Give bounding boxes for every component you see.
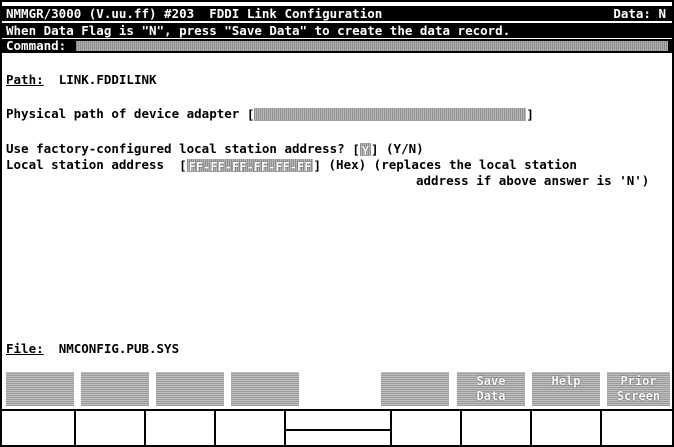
path-row: Path: LINK.FDDILINK — [6, 72, 157, 87]
command-bar: Command: — [2, 39, 672, 53]
status-cell — [532, 411, 602, 445]
status-cell — [76, 411, 146, 445]
path-value: LINK.FDDILINK — [58, 72, 157, 87]
function-key-f6[interactable] — [381, 372, 449, 406]
status-cell — [216, 411, 286, 445]
screen-title: NMMGR/3000 (V.uu.ff) #203 FDDI Link Conf… — [6, 6, 383, 21]
save-data-button[interactable]: Save Data — [457, 372, 525, 406]
physical-path-label: Physical path of device adapter — [6, 106, 240, 121]
status-cell — [392, 411, 462, 445]
help-button[interactable]: Help — [532, 372, 600, 406]
physical-path-row: Physical path of device adapter [] — [6, 106, 534, 122]
factory-address-field[interactable]: Y — [359, 143, 371, 158]
status-line — [2, 409, 672, 445]
status-cell — [462, 411, 532, 445]
local-address-label: Local station address — [6, 157, 165, 172]
path-label: Path: — [6, 72, 44, 87]
command-label: Command: — [6, 38, 67, 53]
instruction-message: When Data Flag is "N", press "Save Data"… — [6, 23, 511, 38]
terminal-screen: NMMGR/3000 (V.uu.ff) #203 FDDI Link Conf… — [0, 0, 674, 447]
local-address-row: Local station address [FF-FF-FF-FF-FF-FF… — [6, 157, 577, 174]
function-key-bar: Save Data Help Prior Screen — [4, 372, 670, 408]
factory-address-hint: (Y/N) — [386, 141, 424, 156]
status-cell — [2, 411, 76, 445]
function-key-f1[interactable] — [6, 372, 74, 406]
message-bar: When Data Flag is "N", press "Save Data"… — [2, 23, 672, 38]
status-cell — [146, 411, 216, 445]
file-value: NMCONFIG.PUB.SYS — [58, 341, 180, 356]
function-key-f4[interactable] — [231, 372, 299, 406]
local-address-field[interactable]: FF-FF-FF-FF-FF-FF — [186, 159, 314, 174]
factory-address-row: Use factory-configured local station add… — [6, 141, 424, 158]
local-address-hint: (Hex) (replaces the local station — [328, 157, 577, 172]
command-input[interactable] — [76, 41, 668, 51]
local-address-hint-continued: address if above answer is 'N') — [416, 173, 650, 188]
function-key-f5[interactable] — [306, 372, 376, 406]
prior-screen-button[interactable]: Prior Screen — [607, 372, 670, 406]
factory-address-label: Use factory-configured local station add… — [6, 141, 345, 156]
physical-path-field[interactable] — [254, 108, 527, 121]
file-row: File: NMCONFIG.PUB.SYS — [6, 341, 179, 356]
status-cell — [286, 411, 392, 445]
data-flag: Data: N — [613, 6, 666, 21]
function-key-f3[interactable] — [156, 372, 224, 406]
title-bar: NMMGR/3000 (V.uu.ff) #203 FDDI Link Conf… — [2, 6, 672, 21]
function-key-f2[interactable] — [81, 372, 149, 406]
status-cell-divider — [286, 429, 390, 431]
status-cell — [602, 411, 672, 445]
file-label: File: — [6, 341, 44, 356]
